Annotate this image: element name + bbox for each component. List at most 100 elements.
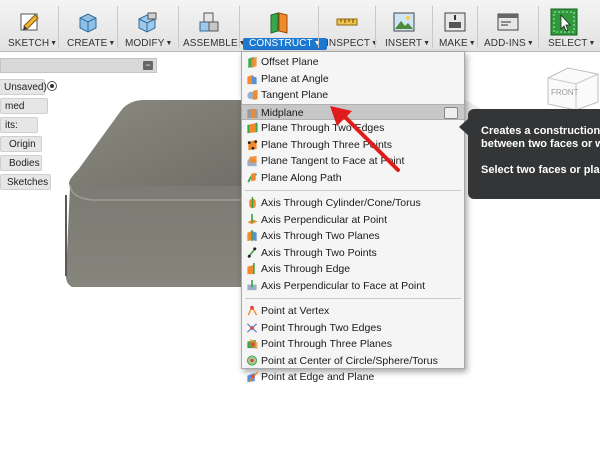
make-menu[interactable]: MAKE▼ [433, 0, 477, 52]
make-label: MAKE [439, 38, 468, 49]
active-radio-icon[interactable] [47, 81, 57, 91]
menu-item-label: Axis Through Edge [261, 263, 351, 275]
menu-item-label: Axis Perpendicular to Face at Point [261, 279, 426, 292]
menu-item-axis-perpendicular-to-face-at-point[interactable]: Axis Perpendicular to Face at Point [242, 278, 464, 295]
create-menu[interactable]: CREATE▼ [59, 0, 117, 52]
make-3dprint-icon [444, 12, 466, 32]
addins-menu[interactable]: ADD-INS▼ [478, 0, 538, 52]
modify-menu[interactable]: MODIFY▼ [118, 0, 178, 52]
midplane-tooltip: Creates a construction p between two fac… [468, 109, 600, 199]
insert-label: INSERT [385, 38, 423, 49]
menu-item-point-through-three-planes[interactable]: Point Through Three Planes [242, 336, 464, 353]
menu-item-point-at-edge-and-plane[interactable]: Point at Edge and Plane [242, 369, 464, 386]
sketch-icon [20, 13, 39, 31]
axis-two-points-icon [247, 246, 257, 258]
modify-label: MODIFY [125, 38, 165, 49]
tooltip-line-2: between two faces or w [481, 138, 600, 150]
menu-separator [245, 190, 461, 191]
point-center-icon [246, 354, 258, 366]
sketch-menu[interactable]: SKETCH▼ [0, 0, 58, 52]
addins-caret-icon: ▼ [526, 40, 534, 47]
origin-node[interactable]: Origin [0, 136, 42, 152]
menu-item-label: Point Through Three Planes [261, 338, 392, 350]
menu-item-label: Axis Through Cylinder/Cone/Torus [261, 197, 421, 209]
construct-label: CONSTRUCT [249, 38, 313, 49]
annotation-arrow [330, 106, 400, 172]
menu-item-label: Tangent Plane [261, 89, 329, 101]
menu-item-label: Midplane [261, 106, 304, 119]
addins-scripts-icon [497, 13, 519, 31]
axis-edge-icon [247, 263, 255, 275]
construct-dropdown-menu: Offset Plane Plane at Angle Tangent Plane M… [241, 51, 465, 383]
create-caret-icon: ▼ [108, 40, 116, 47]
menu-item-point-at-vertex[interactable]: Point at Vertex [242, 303, 464, 320]
sketch-caret-icon: ▼ [50, 40, 58, 47]
menu-item-label: Axis Perpendicular at Point [261, 213, 388, 226]
create-box-icon [79, 13, 97, 33]
construct-icon [270, 12, 288, 34]
menu-item-label: Point at Edge and Plane [261, 371, 375, 383]
select-menu[interactable]: SELECT▼ [539, 0, 600, 52]
menu-item-point-through-two-edges[interactable]: Point Through Two Edges [242, 320, 464, 337]
assemble-menu[interactable]: ASSEMBLE▼ [179, 0, 246, 52]
inspect-measure-icon [336, 18, 358, 26]
menu-item-point-at-center-of-circle-sphere-torus[interactable]: Point at Center of Circle/Sphere/Torus [242, 353, 464, 370]
addins-label: ADD-INS [484, 38, 526, 49]
origin-label: Origin [9, 139, 36, 150]
plane-tangent-face-icon [247, 155, 257, 167]
modify-icon [138, 12, 157, 33]
menu-item-label: Point at Vertex [261, 305, 330, 317]
browser-collapse-button[interactable]: − [143, 61, 153, 70]
menu-separator [245, 298, 461, 299]
units-node[interactable]: its: mm [0, 117, 38, 147]
construct-menu-button[interactable]: CONSTRUCT▼ [240, 0, 327, 52]
toolbar: SKETCH▼ CREATE▼ MODIFY▼ ASSEMBLE▼ [0, 0, 600, 52]
viewcube-front-label[interactable]: FRONT [551, 88, 579, 97]
browser-header: − [0, 58, 157, 73]
sketches-node[interactable]: Sketches [0, 174, 51, 190]
insert-menu[interactable]: INSERT▼ [376, 0, 432, 52]
plane-three-points-icon [247, 139, 258, 150]
plane-along-path-icon [247, 172, 257, 183]
named-views-node[interactable]: med Views [0, 98, 48, 128]
inspect-label: INSPECT [326, 38, 371, 49]
document-node[interactable]: Unsaved) [0, 79, 47, 95]
assemble-icon [199, 12, 219, 32]
insert-image-icon [393, 12, 415, 32]
point-edge-plane-icon [247, 371, 258, 383]
point-three-planes-icon [247, 338, 258, 350]
axis-perpendicular-icon [247, 213, 258, 224]
shortcut-pin-icon[interactable] [444, 106, 458, 119]
tooltip-line-3: Select two faces or plan [481, 164, 600, 176]
midplane-icon [247, 108, 258, 118]
menu-item-label: Axis Through Two Planes [261, 230, 380, 242]
menu-item-offset-plane[interactable]: Offset Plane [242, 54, 464, 71]
viewcube[interactable] [538, 58, 600, 110]
menu-item-axis-through-cylinder-cone-torus[interactable]: Axis Through Cylinder/Cone/Torus [242, 195, 464, 212]
menu-item-label: Point Through Two Edges [261, 321, 382, 334]
axis-cylinder-icon [249, 197, 256, 209]
inspect-menu[interactable]: INSPECT▼ [319, 0, 378, 52]
menu-item-plane-at-angle[interactable]: Plane at Angle [242, 71, 464, 88]
assemble-label: ASSEMBLE [183, 38, 238, 49]
menu-item-axis-through-two-planes[interactable]: Axis Through Two Planes [242, 228, 464, 245]
sketch-label: SKETCH [8, 38, 50, 49]
axis-perp-face-icon [247, 279, 257, 290]
menu-item-label: Axis Through Two Points [261, 246, 377, 259]
modify-caret-icon: ▼ [165, 40, 173, 47]
body-front-face [66, 186, 245, 287]
document-name: Unsaved) [4, 82, 47, 93]
insert-caret-icon: ▼ [423, 40, 431, 47]
bodies-node[interactable]: Bodies [0, 155, 42, 171]
menu-item-label: Plane at Angle [261, 72, 329, 85]
menu-item-axis-through-two-points[interactable]: Axis Through Two Points [242, 245, 464, 262]
menu-item-axis-perpendicular-at-point[interactable]: Axis Perpendicular at Point [242, 212, 464, 229]
axis-two-planes-icon [247, 230, 257, 242]
bodies-label: Bodies [9, 158, 40, 169]
offset-plane-icon [248, 56, 257, 68]
create-label: CREATE [67, 38, 108, 49]
tooltip-line-1: Creates a construction p [481, 125, 600, 137]
point-vertex-icon [247, 305, 258, 316]
menu-item-axis-through-edge[interactable]: Axis Through Edge [242, 261, 464, 278]
menu-item-label: Point at Center of Circle/Sphere/Torus [261, 354, 438, 367]
